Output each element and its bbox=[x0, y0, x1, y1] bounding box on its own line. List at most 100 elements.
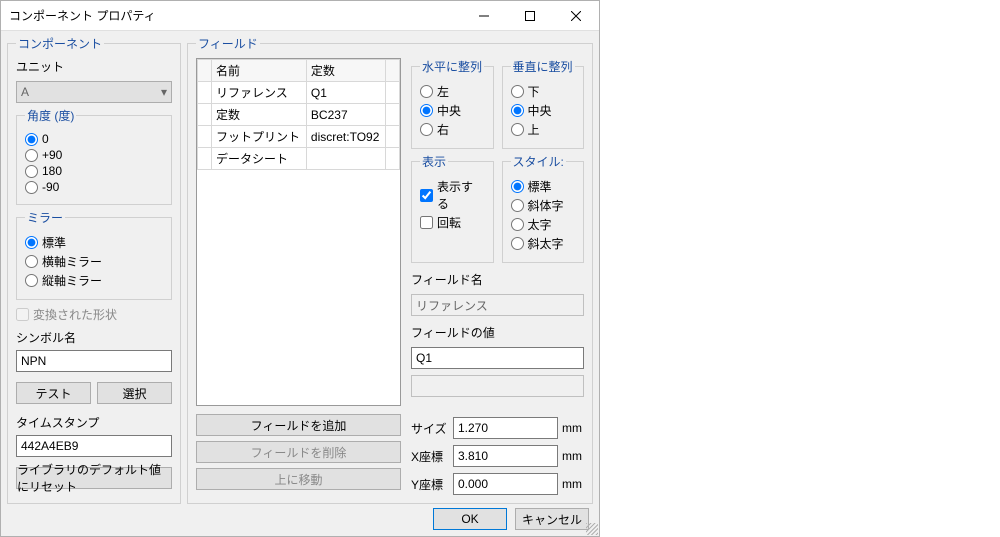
maximize-button[interactable] bbox=[507, 1, 553, 31]
mirror-radio-0[interactable] bbox=[25, 236, 38, 249]
mirror-radio-1[interactable] bbox=[25, 255, 38, 268]
cell-value: Q1 bbox=[306, 82, 385, 104]
y-label: Y座標 bbox=[411, 476, 449, 493]
style-radio-2[interactable] bbox=[511, 218, 524, 231]
angle-group: 角度 (度) 0+90180-90 bbox=[16, 107, 172, 205]
style-label-2: 太字 bbox=[528, 216, 552, 233]
table-header[interactable]: 名前 bbox=[212, 60, 307, 82]
mirror-radio-2[interactable] bbox=[25, 274, 38, 287]
size-unit: mm bbox=[562, 421, 584, 435]
cell-name: 定数 bbox=[212, 104, 307, 126]
valign-radio-2[interactable] bbox=[511, 123, 524, 136]
halign-radio-1[interactable] bbox=[420, 104, 433, 117]
mirror-label-1: 横軸ミラー bbox=[42, 253, 102, 270]
angle-radio-3[interactable] bbox=[25, 181, 38, 194]
angle-radio-1[interactable] bbox=[25, 149, 38, 162]
halign-group: 水平に整列 左中央右 bbox=[411, 58, 494, 149]
valign-radio-1[interactable] bbox=[511, 104, 524, 117]
x-label: X座標 bbox=[411, 448, 449, 465]
halign-label-2: 右 bbox=[437, 121, 449, 138]
timestamp-input[interactable] bbox=[16, 435, 172, 457]
rotate-label: 回転 bbox=[437, 214, 461, 231]
symbol-label: シンボル名 bbox=[16, 329, 172, 346]
select-button[interactable]: 選択 bbox=[97, 382, 172, 404]
fieldvalue-input[interactable] bbox=[411, 347, 584, 369]
table-header[interactable]: 定数 bbox=[306, 60, 385, 82]
close-button[interactable] bbox=[553, 1, 599, 31]
converted-checkbox bbox=[16, 308, 29, 321]
field-legend: フィールド bbox=[196, 35, 260, 52]
valign-radio-0[interactable] bbox=[511, 85, 524, 98]
halign-radio-0[interactable] bbox=[420, 85, 433, 98]
cell-name: フットプリント bbox=[212, 126, 307, 148]
halign-radio-2[interactable] bbox=[420, 123, 433, 136]
converted-label: 変換された形状 bbox=[33, 306, 117, 323]
fieldname-value: リファレンス bbox=[411, 294, 584, 316]
dialog-window: コンポーネント プロパティ コンポーネント ユニット A ▾ 角度 (度) 0+… bbox=[0, 0, 600, 537]
cancel-button[interactable]: キャンセル bbox=[515, 508, 589, 530]
table-row[interactable]: フットプリントdiscret:TO92 bbox=[198, 126, 400, 148]
unit-value: A bbox=[21, 85, 29, 99]
fieldvalue-extra bbox=[411, 375, 584, 397]
table-row[interactable]: 定数BC237 bbox=[198, 104, 400, 126]
cell-name: データシート bbox=[212, 148, 307, 170]
dialog-footer: OK キャンセル bbox=[1, 506, 599, 536]
cell-name: リファレンス bbox=[212, 82, 307, 104]
unit-select[interactable]: A ▾ bbox=[16, 81, 172, 103]
style-label-1: 斜体字 bbox=[528, 197, 564, 214]
component-group: コンポーネント ユニット A ▾ 角度 (度) 0+90180-90 ミラー 標… bbox=[7, 35, 181, 504]
y-input[interactable] bbox=[453, 473, 558, 495]
chevron-down-icon: ▾ bbox=[161, 85, 167, 99]
halign-label-0: 左 bbox=[437, 83, 449, 100]
halign-legend: 水平に整列 bbox=[420, 58, 484, 75]
valign-group: 垂直に整列 下中央上 bbox=[502, 58, 585, 149]
delete-field-button: フィールドを削除 bbox=[196, 441, 401, 463]
angle-label-0: 0 bbox=[42, 132, 49, 146]
style-label-0: 標準 bbox=[528, 178, 552, 195]
resize-grip[interactable] bbox=[586, 523, 598, 535]
table-row[interactable]: リファレンスQ1 bbox=[198, 82, 400, 104]
test-button[interactable]: テスト bbox=[16, 382, 91, 404]
cell-value bbox=[306, 148, 385, 170]
show-label: 表示する bbox=[437, 178, 485, 212]
field-table[interactable]: 名前定数リファレンスQ1定数BC237フットプリントdiscret:TO92デー… bbox=[196, 58, 401, 406]
angle-radio-2[interactable] bbox=[25, 165, 38, 178]
style-group: スタイル: 標準斜体字太字斜太字 bbox=[502, 153, 585, 263]
fieldname-label: フィールド名 bbox=[411, 271, 584, 288]
mirror-group: ミラー 標準横軸ミラー縦軸ミラー bbox=[16, 209, 172, 300]
angle-radio-0[interactable] bbox=[25, 133, 38, 146]
ok-button[interactable]: OK bbox=[433, 508, 507, 530]
valign-label-2: 上 bbox=[528, 121, 540, 138]
show-legend: 表示 bbox=[420, 153, 448, 170]
angle-label-3: -90 bbox=[42, 180, 59, 194]
size-label: サイズ bbox=[411, 420, 449, 437]
move-up-button: 上に移動 bbox=[196, 468, 401, 490]
mirror-legend: ミラー bbox=[25, 209, 65, 226]
halign-label-1: 中央 bbox=[437, 102, 461, 119]
x-input[interactable] bbox=[453, 445, 558, 467]
unit-label: ユニット bbox=[16, 58, 172, 75]
timestamp-label: タイムスタンプ bbox=[16, 414, 172, 431]
add-field-button[interactable]: フィールドを追加 bbox=[196, 414, 401, 436]
component-legend: コンポーネント bbox=[16, 35, 104, 52]
size-input[interactable] bbox=[453, 417, 558, 439]
show-group: 表示 表示する 回転 bbox=[411, 153, 494, 263]
style-radio-3[interactable] bbox=[511, 237, 524, 250]
style-legend: スタイル: bbox=[511, 153, 566, 170]
field-group: フィールド 名前定数リファレンスQ1定数BC237フットプリントdiscret:… bbox=[187, 35, 593, 504]
style-radio-0[interactable] bbox=[511, 180, 524, 193]
valign-legend: 垂直に整列 bbox=[511, 58, 575, 75]
titlebar: コンポーネント プロパティ bbox=[1, 1, 599, 31]
style-radio-1[interactable] bbox=[511, 199, 524, 212]
y-unit: mm bbox=[562, 477, 584, 491]
style-label-3: 斜太字 bbox=[528, 235, 564, 252]
rotate-checkbox[interactable] bbox=[420, 216, 433, 229]
show-checkbox[interactable] bbox=[420, 189, 433, 202]
cell-value: BC237 bbox=[306, 104, 385, 126]
reset-defaults-button[interactable]: ライブラリのデフォルト値にリセット bbox=[16, 467, 172, 489]
mirror-label-2: 縦軸ミラー bbox=[42, 272, 102, 289]
symbol-input[interactable] bbox=[16, 350, 172, 372]
cell-value: discret:TO92 bbox=[306, 126, 385, 148]
table-row[interactable]: データシート bbox=[198, 148, 400, 170]
minimize-button[interactable] bbox=[461, 1, 507, 31]
